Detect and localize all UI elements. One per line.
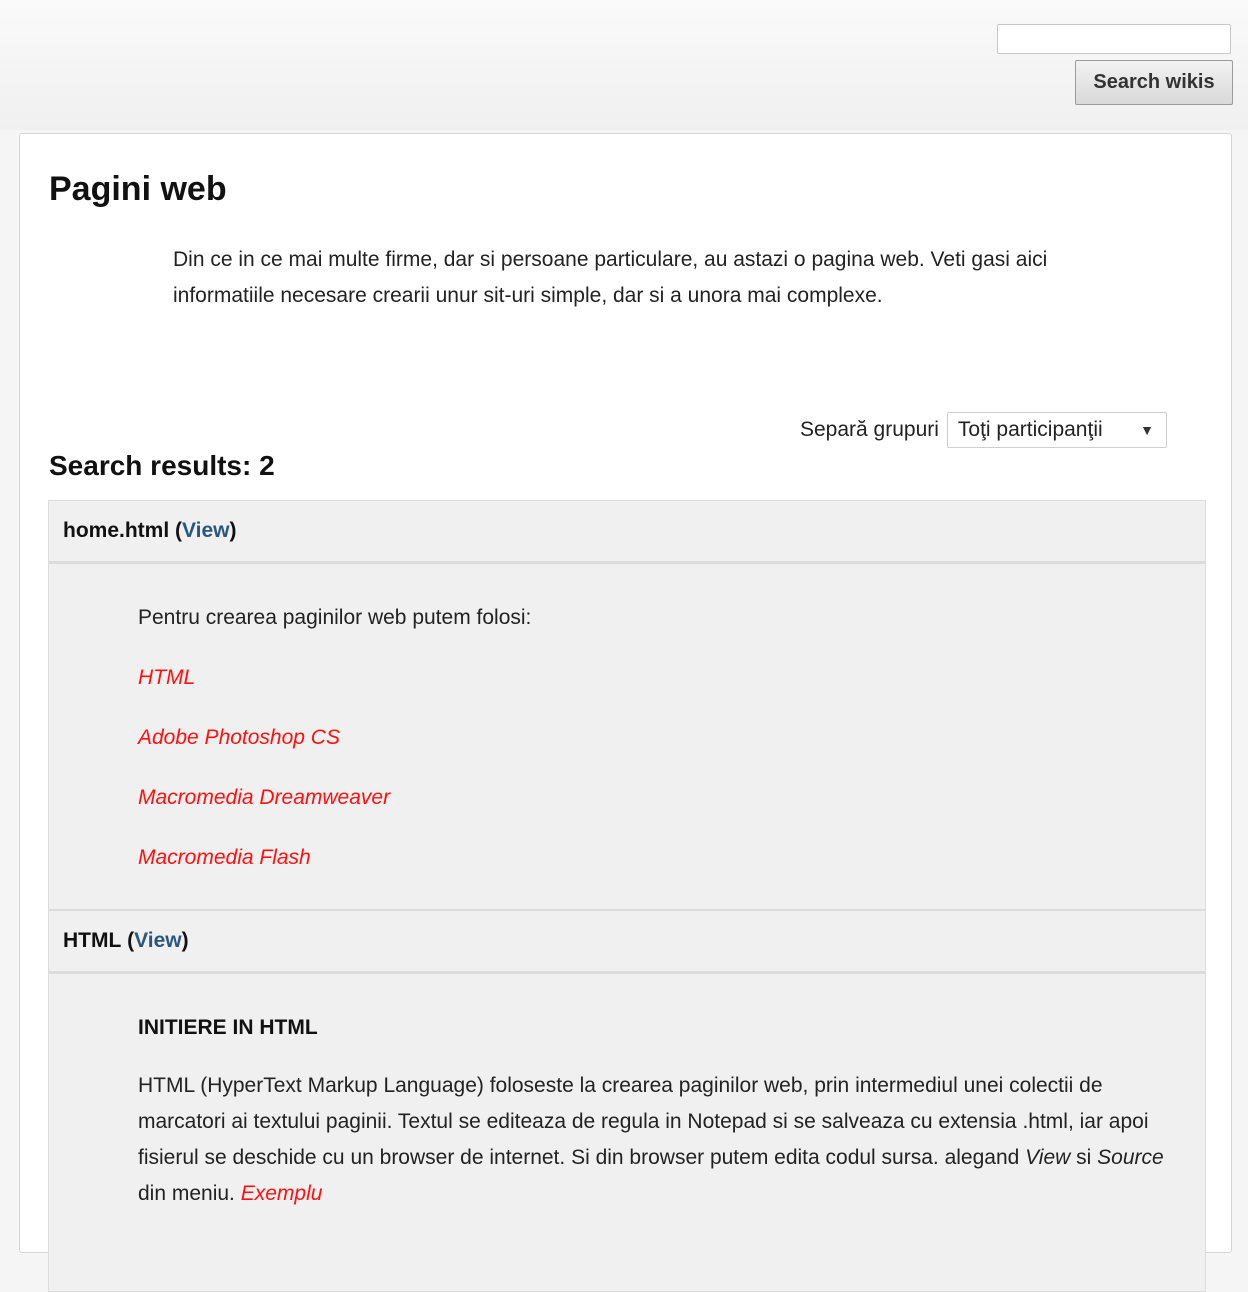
link-html[interactable]: HTML [138,666,195,689]
source-emphasis: Source [1097,1146,1164,1169]
result-title: HTML [63,929,122,952]
result-subheading: INITIERE IN HTML [138,1016,318,1039]
link-macromedia-flash[interactable]: Macromedia Flash [138,846,311,869]
result-view-link[interactable]: View [182,519,229,543]
result-content: Pentru crearea paginilor web putem folos… [48,562,1206,910]
group-select-value: Toţi participanţii [957,418,1103,441]
view-emphasis: View [1025,1146,1071,1169]
result-content: INITIERE IN HTML HTML (HyperText Markup … [48,972,1206,1292]
search-wikis-button[interactable]: Search wikis [1075,60,1233,105]
link-exemplu[interactable]: Exemplu [241,1182,323,1205]
group-selector: Separă grupuri Toţi participanţii ▼ [800,412,1167,448]
result-text: HTML (HyperText Markup Language) foloses… [138,1074,1164,1205]
result-view-link[interactable]: View [134,929,181,953]
link-adobe-photoshop[interactable]: Adobe Photoshop CS [138,726,340,749]
page-intro: Din ce in ce mai multe firme, dar si per… [173,248,1048,307]
search-results-list: home.html (View) Pentru crearea paginilo… [48,500,1206,1292]
caret-down-icon: ▼ [1140,422,1154,438]
link-macromedia-dreamweaver[interactable]: Macromedia Dreamweaver [138,786,390,809]
result-header: HTML (View) [48,910,1206,972]
search-area: Search wikis [0,0,1248,130]
result-text: Pentru crearea paginilor web putem folos… [138,606,532,629]
group-select[interactable]: Toţi participanţii ▼ [946,412,1167,448]
result-title: home.html [63,519,170,542]
search-input[interactable] [997,24,1231,54]
search-results-heading: Search results: 2 [49,450,275,481]
group-selector-label: Separă grupuri [800,418,939,441]
page-title: Pagini web [49,170,227,208]
result-header: home.html (View) [48,500,1206,562]
main-region: Pagini web Din ce in ce mai multe firme,… [19,133,1232,1292]
